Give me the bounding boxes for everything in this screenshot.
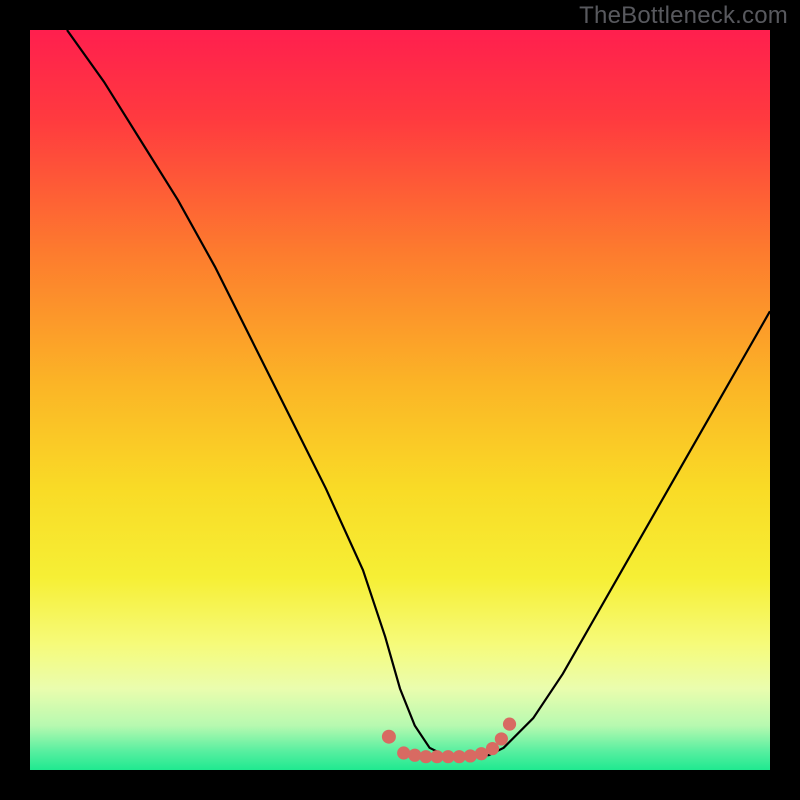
sweet-spot-dots <box>382 718 516 764</box>
sweet-spot-dot <box>503 718 516 731</box>
sweet-spot-dot <box>382 730 396 744</box>
sweet-spot-dot <box>408 749 421 762</box>
sweet-spot-dot <box>464 749 477 762</box>
sweet-spot-dot <box>397 746 410 759</box>
watermark-text: TheBottleneck.com <box>579 2 788 30</box>
chart-frame <box>30 30 770 770</box>
bottleneck-curve <box>30 30 770 770</box>
sweet-spot-dot <box>495 732 508 745</box>
